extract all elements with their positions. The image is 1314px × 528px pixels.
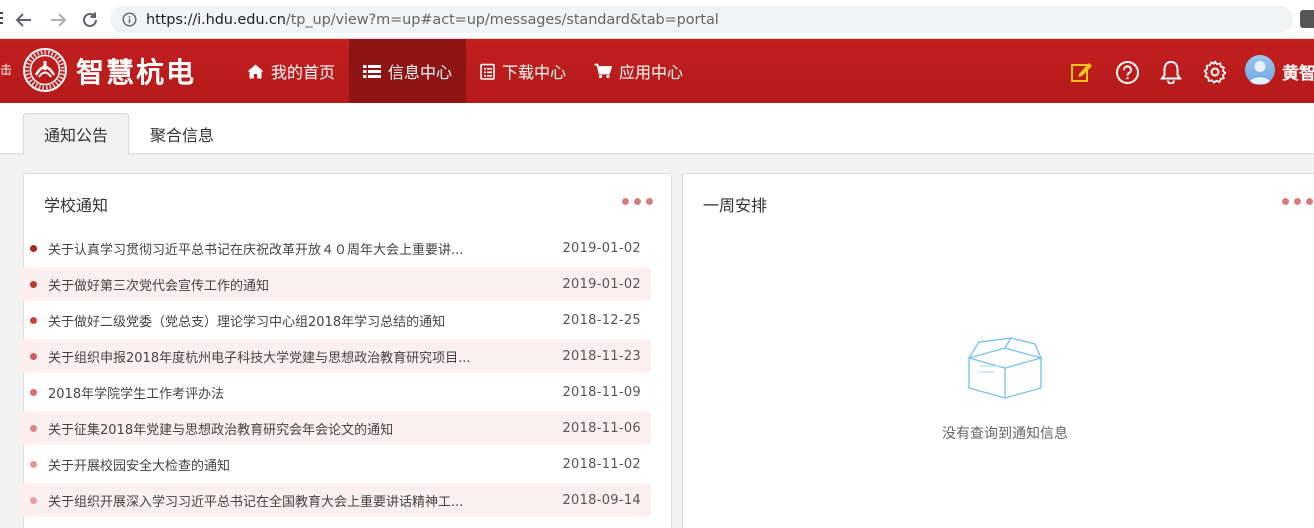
bullet-icon	[30, 388, 37, 396]
notice-title[interactable]: 2018年学院学生工作考评办法	[48, 383, 518, 402]
notice-title[interactable]: 关于做好第三次党代会宣传工作的通知	[48, 275, 518, 294]
help-button[interactable]	[1114, 59, 1140, 85]
bullet-icon	[30, 460, 37, 468]
list-item[interactable]: 关于做好二级党委（党总支）理论学习中心组2018年学习总结的通知 2018-12…	[20, 303, 651, 337]
list-item[interactable]: 关于做好第三次党代会宣传工作的通知 2019-01-02	[20, 267, 651, 301]
reload-icon	[83, 12, 97, 27]
arrow-right-icon	[51, 13, 67, 27]
help-icon	[1115, 60, 1139, 84]
list-item[interactable]: 关于开展校园安全大检查的通知 2018-11-02	[20, 447, 651, 481]
menu-item-home[interactable]: 我的首页	[233, 39, 349, 103]
list-item[interactable]: 2018年学院学生工作考评办法 2018-11-09	[20, 375, 651, 409]
header-left-strip: 击	[0, 63, 13, 77]
menu-item-app-center[interactable]: 应用中心	[580, 39, 697, 103]
tab-notices[interactable]: 通知公告	[23, 113, 130, 155]
url-text: https://i.hdu.edu.cn/tp_up/view?m=up#act…	[146, 12, 719, 28]
menu-item-label: 信息中心	[388, 63, 453, 82]
bullet-icon	[30, 424, 37, 432]
notice-date: 2018-12-25	[562, 312, 641, 328]
more-icon[interactable]	[1282, 198, 1313, 205]
tab-edge	[0, 6, 4, 30]
notice-title[interactable]: 关于组织申报2018年度杭州电子科技大学党建与思想政治教育研究项目...	[48, 347, 518, 366]
bell-icon	[1160, 60, 1182, 84]
settings-button[interactable]	[1202, 59, 1228, 85]
notice-date: 2018-11-06	[562, 420, 641, 436]
url-path: /tp_up/view?m=up#act=up/messages/standar…	[285, 11, 719, 28]
menu-item-info-center[interactable]: 信息中心	[349, 39, 467, 103]
list-item[interactable]: 关于认真学习贯彻习近平总书记在庆祝改革开放４０周年大会上重要讲... 2019-…	[20, 231, 651, 265]
cart-icon	[594, 63, 613, 79]
list-icon	[363, 64, 382, 78]
notice-date: 2018-11-02	[562, 456, 641, 472]
menu-item-download-center[interactable]: 下载中心	[466, 39, 580, 103]
arrow-left-icon	[15, 13, 31, 27]
home-icon	[247, 64, 264, 78]
extension-icon[interactable]	[1300, 10, 1314, 28]
brand-title[interactable]: 智慧杭电	[76, 51, 196, 91]
bullet-icon	[30, 496, 37, 504]
notice-title[interactable]: 关于做好二级党委（党总支）理论学习中心组2018年学习总结的通知	[48, 311, 518, 330]
notice-date: 2019-01-02	[562, 276, 641, 292]
site-header: 击 智慧杭电 我的首页 信息中心 下载中心 应用中心 黄智	[0, 39, 1314, 103]
university-logo-icon[interactable]	[22, 47, 68, 93]
bullet-icon	[30, 316, 37, 324]
edit-button[interactable]	[1069, 59, 1095, 85]
edit-icon	[1071, 63, 1092, 82]
empty-box-icon	[966, 337, 1044, 399]
reload-button[interactable]	[78, 8, 102, 32]
notice-date: 2018-11-09	[562, 384, 641, 400]
forward-button[interactable]	[46, 8, 70, 32]
notice-date: 2018-11-23	[562, 348, 641, 364]
menu-item-label: 我的首页	[271, 63, 336, 82]
notice-title[interactable]: 关于征集2018年党建与思想政治教育研究会年会论文的通知	[48, 419, 518, 438]
gear-icon	[1203, 60, 1227, 84]
info-icon[interactable]	[121, 12, 137, 28]
address-bar[interactable]: https://i.hdu.edu.cn/tp_up/view?m=up#act…	[110, 6, 1293, 33]
browser-toolbar: https://i.hdu.edu.cn/tp_up/view?m=up#act…	[0, 0, 1314, 39]
list-item[interactable]: 关于征集2018年党建与思想政治教育研究会年会论文的通知 2018-11-06	[20, 411, 651, 445]
empty-state	[935, 336, 1075, 406]
notice-title[interactable]: 关于认真学习贯彻习近平总书记在庆祝改革开放４０周年大会上重要讲...	[48, 239, 518, 258]
menu-item-label: 下载中心	[502, 63, 567, 82]
notice-title[interactable]: 关于组织开展深入学习习近平总书记在全国教育大会上重要讲话精神工...	[48, 491, 518, 510]
bullet-icon	[30, 280, 37, 288]
empty-state-text: 没有查询到通知信息	[942, 426, 1068, 442]
tabs-bar: 通知公告 聚合信息	[0, 103, 1314, 155]
bullet-icon	[30, 352, 37, 360]
menu-item-label: 应用中心	[619, 63, 684, 82]
notice-date: 2019-01-02	[562, 240, 641, 256]
notice-title[interactable]: 关于开展校园安全大检查的通知	[48, 455, 518, 474]
user-name[interactable]: 黄智	[1282, 59, 1314, 84]
avatar[interactable]	[1245, 55, 1275, 85]
url-host: https://i.hdu.edu.cn	[146, 11, 286, 28]
panel-title: 学校通知	[44, 196, 109, 215]
back-button[interactable]	[12, 8, 36, 32]
clipboard-icon	[480, 63, 495, 80]
more-icon[interactable]	[622, 198, 653, 205]
panel-title: 一周安排	[703, 196, 768, 215]
notice-date: 2018-09-14	[562, 492, 641, 508]
list-item[interactable]: 关于组织申报2018年度杭州电子科技大学党建与思想政治教育研究项目... 201…	[20, 339, 651, 373]
bullet-icon	[30, 244, 37, 252]
tab-aggregated-info[interactable]: 聚合信息	[130, 113, 234, 154]
notifications-button[interactable]	[1158, 59, 1184, 85]
main-menu: 我的首页 信息中心 下载中心 应用中心	[233, 39, 697, 103]
list-item[interactable]: 关于组织开展深入学习习近平总书记在全国教育大会上重要讲话精神工... 2018-…	[20, 483, 651, 517]
